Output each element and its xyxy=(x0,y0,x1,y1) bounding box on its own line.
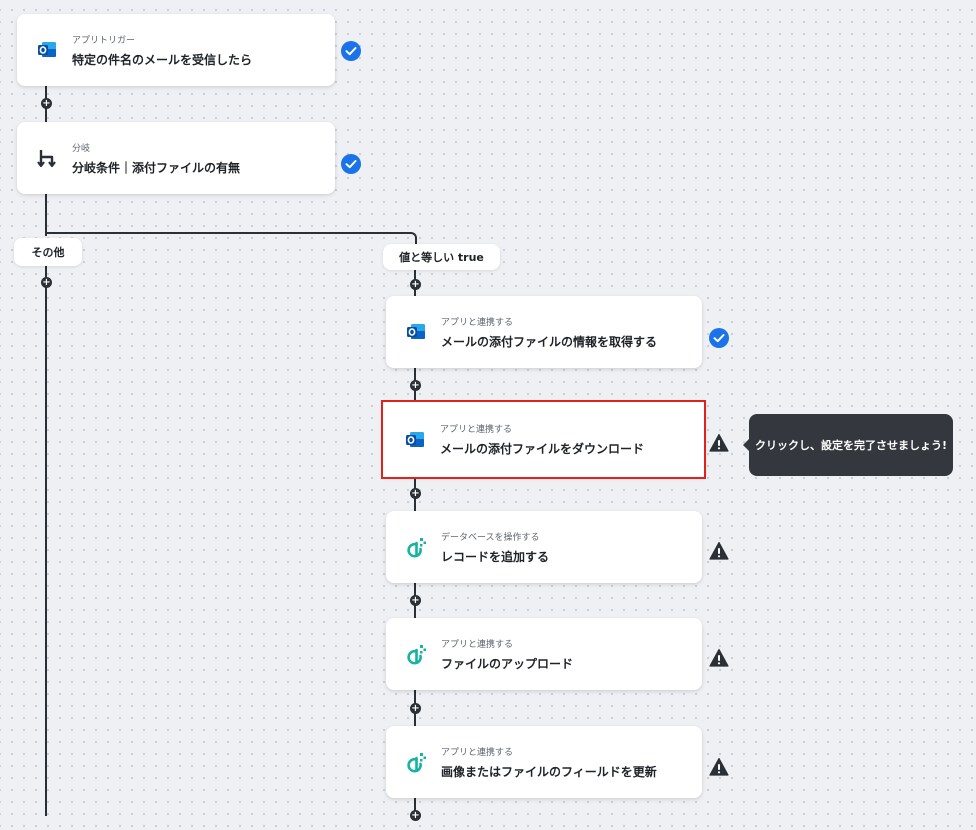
database-app-icon xyxy=(407,538,426,558)
outlook-icon xyxy=(38,42,56,57)
step-node[interactable]: アプリと連携する ファイルのアップロード xyxy=(386,618,702,690)
node-title: メールの添付ファイルの情報を取得する xyxy=(441,334,658,349)
connector-line xyxy=(45,232,409,234)
add-step-button[interactable]: + xyxy=(41,277,52,288)
node-subtitle: 分岐 xyxy=(72,143,91,154)
node-title: レコードを追加する xyxy=(441,549,550,564)
branch-label-true[interactable]: 値と等しい true xyxy=(383,244,500,270)
node-title: ファイルのアップロード xyxy=(441,656,574,671)
node-subtitle: アプリと連携する xyxy=(441,747,514,758)
node-title: メールの添付ファイルをダウンロード xyxy=(440,442,645,456)
node-subtitle: アプリと連携する xyxy=(441,639,514,650)
node-subtitle: データベースを操作する xyxy=(441,532,540,543)
connector-line xyxy=(45,266,47,816)
step-node-selected[interactable]: アプリと連携する メールの添付ファイルをダウンロード xyxy=(381,400,706,479)
node-title: 特定の件名のメールを受信したら xyxy=(72,52,253,67)
add-step-button[interactable]: + xyxy=(410,488,421,499)
warning-icon xyxy=(709,433,729,452)
node-title: 分岐条件｜添付ファイルの有無 xyxy=(72,160,241,175)
trigger-node[interactable]: アプリトリガー 特定の件名のメールを受信したら xyxy=(17,14,335,86)
check-icon xyxy=(709,328,729,348)
add-step-button[interactable]: + xyxy=(41,98,52,109)
warning-icon xyxy=(709,648,729,667)
outlook-icon xyxy=(406,431,424,447)
step-node[interactable]: アプリと連携する メールの添付ファイルの情報を取得する xyxy=(386,296,702,368)
add-step-button[interactable]: + xyxy=(410,380,421,391)
database-app-icon xyxy=(407,645,426,665)
add-step-button[interactable]: + xyxy=(410,703,421,714)
database-app-icon xyxy=(407,753,426,773)
node-subtitle: アプリと連携する xyxy=(441,317,514,328)
branch-icon xyxy=(37,150,56,168)
outlook-icon xyxy=(407,324,425,339)
branch-label-other[interactable]: その他 xyxy=(14,238,82,266)
flow-canvas: + + + + + + + + アプリトリガー 特定の件名のメールを受信したら … xyxy=(0,0,976,830)
step-node[interactable]: アプリと連携する 画像またはファイルのフィールドを更新 xyxy=(386,726,702,798)
branch-node[interactable]: 分岐 分岐条件｜添付ファイルの有無 xyxy=(17,122,335,194)
add-step-button[interactable]: + xyxy=(410,279,421,290)
add-step-button[interactable]: + xyxy=(410,810,421,821)
add-step-button[interactable]: + xyxy=(410,595,421,606)
node-subtitle: アプリトリガー xyxy=(72,35,136,46)
node-title: 画像またはファイルのフィールドを更新 xyxy=(441,764,657,779)
warning-icon xyxy=(709,541,729,560)
check-icon xyxy=(341,154,361,174)
node-subtitle: アプリと連携する xyxy=(440,425,513,435)
warning-icon xyxy=(709,757,729,776)
check-icon xyxy=(341,41,361,61)
setup-tooltip: クリックし、設定を完了させましょう! xyxy=(743,414,953,476)
step-node[interactable]: データベースを操作する レコードを追加する xyxy=(386,511,702,583)
